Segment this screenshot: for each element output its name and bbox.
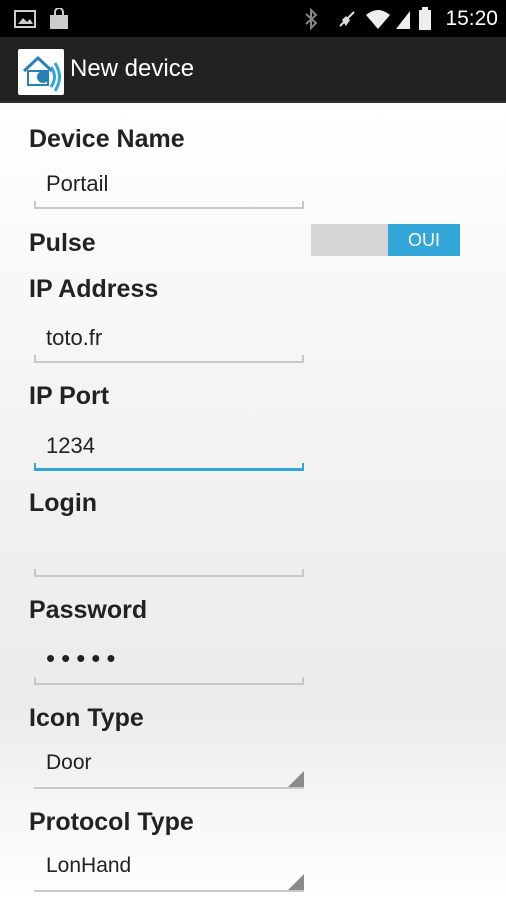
device-name-label: Device Name bbox=[29, 125, 185, 153]
home-wireless-app-icon[interactable] bbox=[18, 49, 64, 95]
pulse-toggle[interactable]: OUI bbox=[311, 224, 460, 256]
icon-type-selected: Door bbox=[46, 751, 92, 774]
page-title: New device bbox=[70, 55, 195, 82]
dropdown-corner-icon bbox=[288, 874, 304, 890]
status-bar: 15:20 bbox=[0, 0, 506, 37]
device-name-value: Portail bbox=[46, 171, 109, 196]
signal-icon bbox=[396, 11, 410, 29]
ip-port-label: IP Port bbox=[29, 382, 110, 410]
icon-type-label: Icon Type bbox=[29, 704, 144, 732]
ip-address-value: toto.fr bbox=[46, 325, 103, 350]
ip-port-field[interactable]: 1234 bbox=[34, 425, 304, 471]
device-name-field[interactable]: Portail bbox=[34, 163, 304, 209]
wifi-icon bbox=[366, 10, 390, 29]
icon-type-select[interactable]: Door bbox=[34, 745, 304, 789]
pulse-toggle-thumb: OUI bbox=[388, 224, 460, 256]
dropdown-corner-icon bbox=[288, 771, 304, 787]
image-icon bbox=[14, 10, 36, 28]
bluetooth-icon bbox=[305, 8, 318, 30]
password-label: Password bbox=[29, 596, 148, 624]
action-bar: New device bbox=[0, 37, 506, 103]
ip-address-field[interactable]: toto.fr bbox=[34, 317, 304, 363]
shop-bag-icon bbox=[50, 8, 68, 29]
ip-port-value: 1234 bbox=[46, 433, 95, 458]
protocol-type-selected: LonHand bbox=[46, 854, 132, 877]
password-field[interactable]: ••••• bbox=[34, 639, 304, 685]
protocol-type-label: Protocol Type bbox=[29, 808, 194, 836]
password-masked-value: ••••• bbox=[46, 643, 122, 673]
login-field[interactable] bbox=[34, 531, 304, 577]
pulse-label: Pulse bbox=[29, 229, 96, 257]
mute-icon bbox=[339, 11, 355, 27]
login-label: Login bbox=[29, 489, 98, 517]
battery-icon bbox=[419, 7, 431, 30]
ip-address-label: IP Address bbox=[29, 275, 159, 303]
device-form: Device Name Portail Pulse OUI IP Address… bbox=[0, 105, 506, 900]
protocol-type-select[interactable]: LonHand bbox=[34, 848, 304, 892]
status-time: 15:20 bbox=[445, 7, 498, 30]
